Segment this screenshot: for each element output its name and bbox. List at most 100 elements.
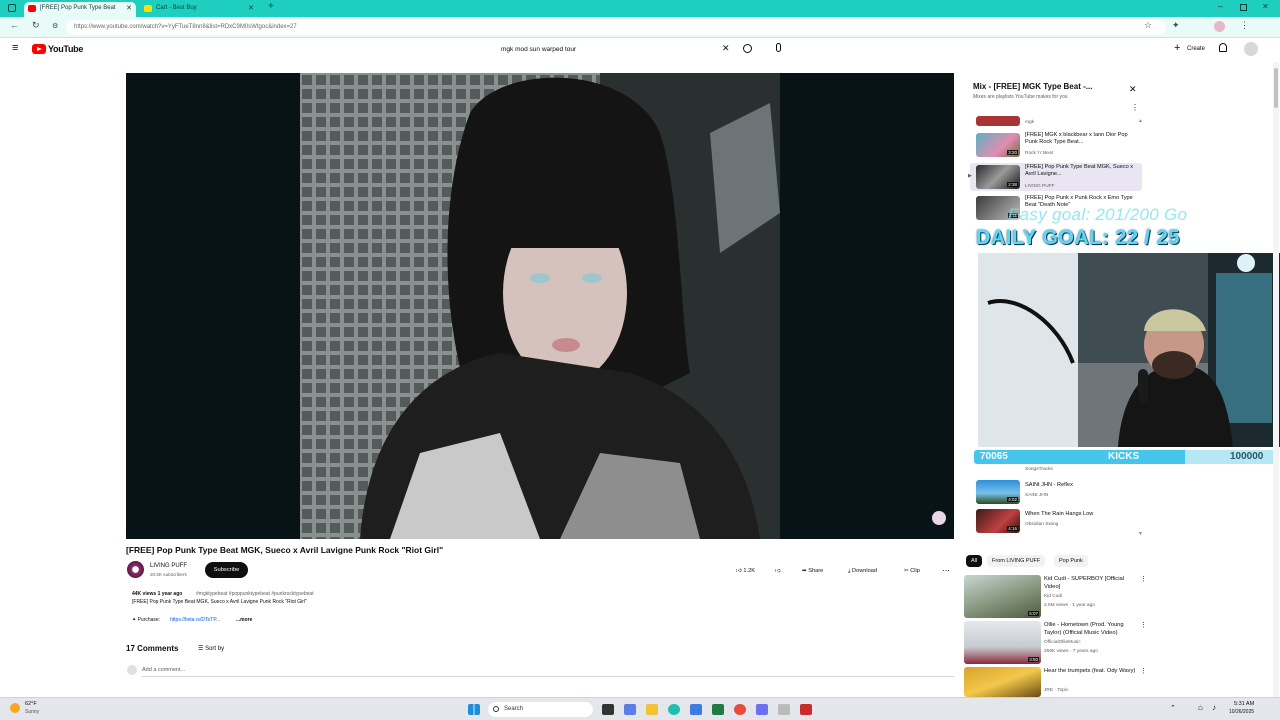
- file-explorer-icon[interactable]: [646, 704, 658, 715]
- search-icon[interactable]: [743, 44, 752, 53]
- thumbs-down-icon: 👎︎: [775, 568, 781, 574]
- tray-network-icon[interactable]: ⌂: [1198, 703, 1203, 712]
- sort-button[interactable]: ☰ Sort by: [198, 645, 224, 652]
- start-windows-icon[interactable]: [468, 704, 480, 715]
- recommendation-more-icon[interactable]: ⋮: [1140, 575, 1147, 583]
- share-button[interactable]: ➦ Share: [802, 565, 823, 577]
- weather-desc: Sunny: [25, 709, 40, 715]
- clock-time[interactable]: 5:31 AM: [1234, 701, 1254, 707]
- weather-icon[interactable]: [10, 703, 20, 713]
- video-player[interactable]: [126, 73, 954, 539]
- playlist-item[interactable]: mgk: [970, 114, 1142, 126]
- back-icon[interactable]: ←: [10, 20, 19, 30]
- like-button[interactable]: 👍︎ 1.2K: [736, 565, 755, 577]
- clock-date[interactable]: 10/26/2025: [1229, 709, 1254, 715]
- recommendation-more-icon[interactable]: ⋮: [1140, 621, 1147, 629]
- profile-avatar[interactable]: [1214, 21, 1225, 32]
- close-window-icon[interactable]: ✕: [1262, 2, 1269, 11]
- playlist-title[interactable]: Mix - [FREE] MGK Type Beat -...: [973, 82, 1092, 91]
- page-scrollbar[interactable]: [1273, 62, 1279, 697]
- recommendation-more-icon[interactable]: ⋮: [1140, 667, 1147, 675]
- recommendation-item[interactable]: 3:50 Ollie - Hometown (Prod. Young Taylo…: [964, 621, 1150, 665]
- create-plus-icon[interactable]: +: [1174, 42, 1180, 54]
- recommendation-channel: Kid Cudi: [1044, 594, 1063, 599]
- playlist-item[interactable]: 4:02 SAINt JHN - Reflex SAINt JHN: [970, 478, 1142, 506]
- show-more-link[interactable]: ...more: [236, 617, 252, 623]
- duration-badge: 4:02: [1007, 497, 1018, 502]
- chip-pop-punk[interactable]: Pop Punk: [1054, 555, 1088, 567]
- youtube-logo-icon[interactable]: [32, 44, 46, 54]
- chrome-icon[interactable]: [734, 704, 746, 715]
- extensions-icon[interactable]: ✦: [1172, 20, 1180, 31]
- download-label: Download: [852, 568, 877, 574]
- chip-from-channel[interactable]: From LIVING PUFF: [987, 555, 1046, 567]
- create-button[interactable]: Create: [1187, 46, 1205, 52]
- webcam-image: [978, 253, 1280, 447]
- channel-avatar[interactable]: [127, 561, 144, 578]
- address-bar[interactable]: https://www.youtube.com/watch?v=YyFTueT8…: [66, 20, 1166, 35]
- bookmark-star-icon[interactable]: ☆: [1144, 20, 1152, 31]
- channel-watermark-icon[interactable]: [932, 511, 946, 525]
- page-scrollbar-thumb[interactable]: [1274, 68, 1278, 108]
- clip-button[interactable]: ✂ Clip: [904, 565, 920, 577]
- youtube-header: ≡ YouTube mgk mod sun warped tour ✕ + Cr…: [0, 38, 1280, 62]
- discord-icon[interactable]: [756, 704, 768, 715]
- app-icon[interactable]: [778, 704, 790, 715]
- video-still-image: [300, 73, 780, 539]
- account-avatar[interactable]: [1244, 42, 1258, 56]
- tab-bestbuy-label: Cart - Best Buy: [156, 5, 197, 11]
- recording-app-icon[interactable]: [800, 704, 812, 715]
- microphone-icon[interactable]: [776, 43, 781, 52]
- chip-all[interactable]: All: [966, 555, 983, 567]
- hashtags[interactable]: #mgktypebeat #poppunktypebeat #punkrockt…: [196, 591, 314, 597]
- clear-search-icon[interactable]: ✕: [722, 43, 730, 54]
- now-playing-icon: ▶: [968, 173, 972, 179]
- reload-icon[interactable]: ↻: [32, 20, 40, 31]
- new-tab-icon[interactable]: +: [268, 1, 274, 12]
- recommendation-item[interactable]: Hear the trumpets (feat. Ody Wavy) JRE ·…: [964, 667, 1150, 697]
- playlist-item[interactable]: 3:20 [FREE] MGK x blackbear x Iann Dior …: [970, 131, 1142, 159]
- channel-name[interactable]: LIVING PUFF: [150, 563, 187, 569]
- close-tab-icon[interactable]: ✕: [248, 2, 254, 15]
- playlist-item-current[interactable]: ▶ 2:38 [FREE] Pop Punk Type Beat MGK, Su…: [968, 163, 1142, 191]
- tab-actions-icon[interactable]: [8, 4, 16, 12]
- playlist-item-title: [FREE] Pop Punk Type Beat MGK, Sueco x A…: [1025, 164, 1134, 177]
- tab-youtube[interactable]: [FREE] Pop Punk Type Beat ✕: [24, 2, 136, 17]
- tray-volume-icon[interactable]: ♪: [1212, 703, 1216, 712]
- youtube-logo-text[interactable]: YouTube: [48, 44, 83, 54]
- recommendation-item[interactable]: 5:07 Kid Cudi - SUPERBOY [Official Video…: [964, 575, 1150, 619]
- purchase-link[interactable]: https://bsta.rs/DToTP...: [170, 617, 220, 623]
- download-button[interactable]: ⤓ Download: [848, 565, 877, 577]
- add-comment-input[interactable]: Add a comment...: [142, 667, 185, 673]
- description-box[interactable]: 44K views 1 year ago #mgktypebeat #poppu…: [126, 588, 954, 628]
- easy-goal-text: Easy goal: 201/200 Go: [1008, 205, 1188, 224]
- playlist-item[interactable]: 4:16 When The Rain Hangs Low Obsidian Sw…: [970, 507, 1142, 535]
- recommendation-title: Kid Cudi - SUPERBOY [Official Video]: [1044, 576, 1125, 590]
- browser-menu-icon[interactable]: ⋮: [1240, 20, 1249, 31]
- playlist-more-icon[interactable]: ⋮: [1131, 103, 1139, 112]
- minimize-icon[interactable]: –: [1218, 1, 1223, 11]
- task-view-icon[interactable]: [602, 704, 614, 715]
- maximize-icon[interactable]: [1240, 4, 1247, 11]
- hamburger-menu-icon[interactable]: ≡: [12, 42, 18, 54]
- tab-bestbuy[interactable]: Cart - Best Buy ✕: [140, 2, 258, 17]
- recommendation-channel: JRE · Topic: [1044, 688, 1069, 693]
- edge-browser-icon[interactable]: [668, 704, 680, 715]
- close-playlist-icon[interactable]: ✕: [1129, 84, 1137, 95]
- site-info-icon[interactable]: ⚙: [52, 22, 58, 30]
- scroll-down-arrow[interactable]: ▼: [1138, 531, 1143, 537]
- widgets-icon[interactable]: [624, 704, 636, 715]
- duration-badge: 3:20: [1007, 150, 1018, 155]
- dislike-button[interactable]: 👎︎: [775, 565, 781, 577]
- excel-icon[interactable]: [712, 704, 724, 715]
- weather-temp[interactable]: 62°F: [25, 701, 37, 707]
- more-actions-icon[interactable]: ⋯: [942, 565, 950, 577]
- notifications-bell-icon[interactable]: [1219, 43, 1227, 52]
- subscribe-button[interactable]: Subscribe: [205, 562, 248, 578]
- search-input[interactable]: mgk mod sun warped tour: [490, 42, 740, 58]
- taskbar-search[interactable]: Search: [488, 702, 593, 717]
- close-tab-icon[interactable]: ✕: [126, 2, 132, 15]
- bestbuy-favicon-icon: [144, 5, 152, 12]
- tray-chevron-icon[interactable]: ⌃: [1170, 704, 1176, 712]
- store-icon[interactable]: [690, 704, 702, 715]
